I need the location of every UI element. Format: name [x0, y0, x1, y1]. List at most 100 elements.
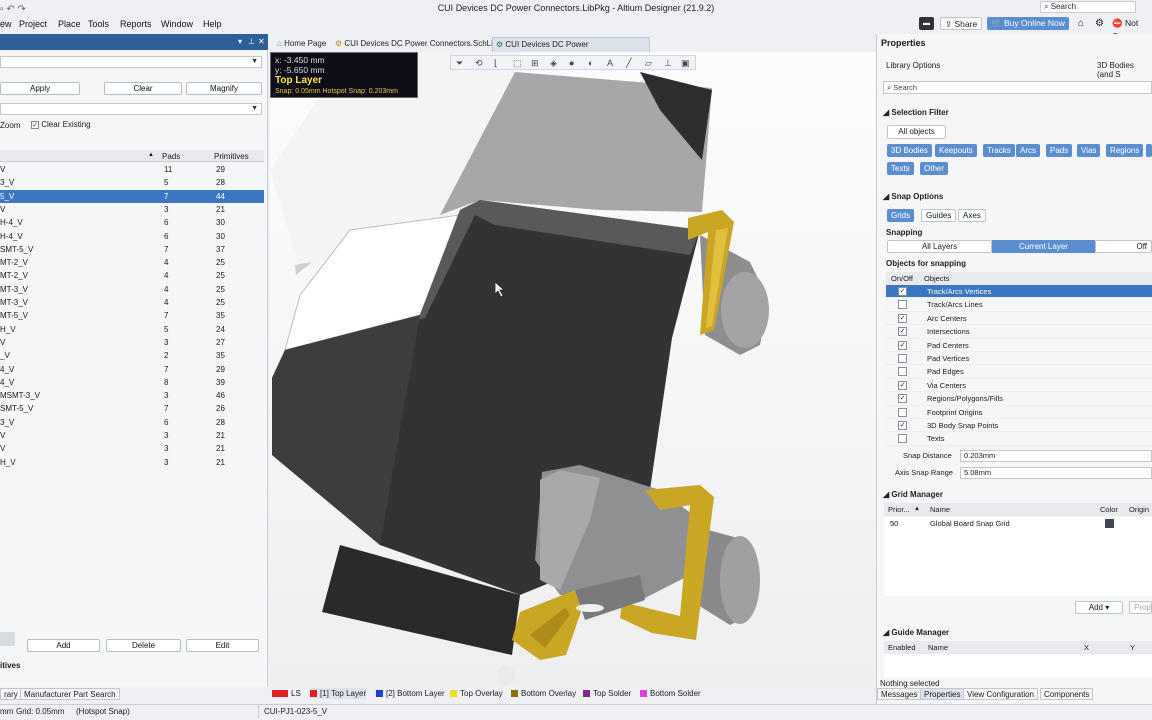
table-row[interactable]: 3_V 6 28 — [0, 416, 264, 429]
bodies-filter-label[interactable]: 3D Bodies (and S — [1097, 61, 1152, 79]
filter-keepouts[interactable]: Keepouts — [935, 144, 977, 157]
snap-object-checkbox[interactable] — [898, 367, 907, 377]
table-row[interactable]: V 3 21 — [0, 442, 264, 455]
selection-filter-title[interactable]: ◢ Selection Filter — [883, 108, 949, 117]
layer-set-tab[interactable]: LS — [272, 688, 301, 699]
region-icon[interactable]: ▱ — [645, 58, 652, 69]
col-x[interactable]: X — [1084, 641, 1089, 654]
menu-help[interactable]: Help — [203, 19, 222, 29]
grid-properties-button[interactable]: Prop — [1129, 601, 1152, 614]
table-row[interactable]: MT-2_V 4 25 — [0, 269, 264, 282]
tab-view-configuration[interactable]: View Configuration — [963, 688, 1039, 700]
route-icon[interactable]: ⟲ — [475, 58, 483, 69]
snap-object-row[interactable]: ✓ Track/Arcs Vertices — [886, 285, 1152, 299]
place-pad-icon[interactable]: ◈ — [550, 58, 557, 69]
gear-icon[interactable]: ⚙ — [1091, 17, 1108, 30]
sort-ascending-icon[interactable]: ▲ — [148, 152, 154, 158]
line-icon[interactable]: ╱ — [626, 58, 631, 69]
delete-button[interactable]: Delete — [106, 639, 181, 652]
add-button[interactable]: Add — [27, 639, 100, 652]
share-button[interactable]: ⇪ Share — [940, 17, 983, 30]
grid-table-row[interactable]: 50 Global Board Snap Grid — [884, 517, 1152, 530]
layer-bottom-tab[interactable]: [2] Bottom Layer — [376, 688, 445, 699]
via-icon[interactable]: ● — [569, 58, 574, 68]
layer-top-tab[interactable]: [1] Top Layer — [310, 688, 367, 699]
table-row[interactable]: 3_V 5 28 — [0, 176, 264, 189]
tab-properties[interactable]: Properties — [920, 688, 965, 700]
panel-menu-icon[interactable]: ▾ — [238, 37, 242, 46]
snap-tab-grids[interactable]: Grids — [887, 209, 915, 222]
table-row[interactable]: H-4_V 6 30 — [0, 216, 264, 229]
snap-object-row[interactable]: Pad Edges — [886, 365, 1152, 379]
menu-place[interactable]: Place — [58, 19, 81, 29]
tab-manufacturer-part-search[interactable]: Manufacturer Part Search — [20, 688, 120, 700]
apply-button[interactable]: Apply — [0, 82, 80, 95]
edit-button[interactable]: Edit — [186, 639, 259, 652]
table-row[interactable]: 5_V 7 44 — [0, 189, 264, 203]
col-guide-name[interactable]: Name — [928, 641, 948, 654]
select-icon[interactable]: ⬚ — [513, 58, 522, 69]
snap-object-row[interactable]: ✓ 3D Body Snap Points — [886, 419, 1152, 433]
col-priority[interactable]: Prior... — [888, 503, 910, 516]
snap-object-row[interactable]: Texts — [886, 432, 1152, 446]
menu-reports[interactable]: Reports — [120, 19, 152, 29]
home-icon[interactable]: ⌂ — [1074, 17, 1088, 30]
tab-library[interactable]: rary — [0, 688, 22, 700]
buy-online-button[interactable]: 🛒 Buy Online Now — [987, 17, 1069, 30]
snap-object-row[interactable]: Footprint Origins — [886, 406, 1152, 419]
menu-view[interactable]: ew — [0, 19, 12, 29]
col-name[interactable]: Name — [930, 503, 950, 516]
snap-object-checkbox[interactable]: ✓ — [898, 394, 907, 404]
sort-ascending-icon[interactable]: ▲ — [914, 503, 920, 516]
guide-manager-title[interactable]: ◢ Guide Manager — [883, 628, 949, 637]
table-row[interactable]: V 3 27 — [0, 336, 264, 349]
filter-texts[interactable]: Texts — [887, 162, 914, 175]
snap-current-layer[interactable]: Current Layer — [992, 240, 1095, 253]
snap-object-row[interactable]: ✓ Intersections — [886, 325, 1152, 339]
table-row[interactable]: 4_V 8 39 — [0, 376, 264, 389]
grid-manager-title[interactable]: ◢ Grid Manager — [883, 490, 943, 499]
filter-arcs[interactable]: Arcs — [1016, 144, 1040, 157]
measure-icon[interactable]: ⊥ — [664, 58, 672, 69]
grid-add-button[interactable]: Add ▾ — [1075, 601, 1123, 614]
table-row[interactable]: 4_V 7 29 — [0, 363, 264, 376]
table-row[interactable]: MT-3_V 4 25 — [0, 296, 264, 309]
col-enabled[interactable]: Enabled — [888, 641, 916, 654]
pin-icon[interactable]: ⊥ — [248, 37, 255, 46]
layer-bottom-overlay-tab[interactable]: Bottom Overlay — [511, 688, 576, 699]
snap-object-checkbox[interactable] — [898, 434, 907, 444]
properties-search-input[interactable]: ⌕ Search — [883, 81, 1152, 94]
tab-schlib[interactable]: ⚙ CUI Devices DC Power Connectors.SchLib — [332, 37, 500, 52]
body-icon[interactable]: ▣ — [681, 58, 690, 69]
chat-icon[interactable]: ▬ — [919, 17, 934, 30]
snap-object-checkbox[interactable] — [898, 300, 907, 310]
grid-color-swatch[interactable] — [1105, 519, 1114, 528]
filter-regions[interactable]: Regions — [1106, 144, 1144, 157]
snap-object-row[interactable]: ✓ Arc Centers — [886, 312, 1152, 326]
snap-object-checkbox[interactable]: ✓ — [898, 327, 907, 337]
snap-object-row[interactable]: ✓ Via Centers — [886, 379, 1152, 393]
table-row[interactable]: MT-2_V 4 25 — [0, 256, 264, 269]
snap-object-checkbox[interactable]: ✓ — [898, 340, 907, 350]
snap-object-checkbox[interactable]: ✓ — [898, 313, 907, 323]
layer-top-solder-tab[interactable]: Top Solder — [583, 688, 631, 699]
filter-pads[interactable]: Pads — [1046, 144, 1073, 157]
snap-object-checkbox[interactable]: ✓ — [898, 287, 907, 296]
col-origin[interactable]: Origin — [1129, 503, 1149, 516]
snap-object-checkbox[interactable]: ✓ — [898, 421, 907, 430]
snap-object-checkbox[interactable] — [898, 407, 907, 417]
snap-object-row[interactable]: Pad Vertices — [886, 352, 1152, 366]
table-row[interactable]: H_V 5 24 — [0, 323, 264, 336]
table-row[interactable]: _V 2 35 — [0, 349, 264, 362]
not-connected-status[interactable]: ⛔ Not Co — [1108, 17, 1152, 41]
table-row[interactable]: V 11 29 — [0, 163, 264, 176]
snap-object-row[interactable]: ✓ Pad Centers — [886, 339, 1152, 352]
menu-window[interactable]: Window — [161, 19, 193, 29]
mask-filter-input[interactable]: ▼ — [0, 56, 262, 68]
snap-tab-axes[interactable]: Axes — [958, 209, 986, 222]
snap-object-row[interactable]: ✓ Regions/Polygons/Fills — [886, 392, 1152, 406]
tab-components[interactable]: Components — [1040, 688, 1094, 700]
tab-home-page[interactable]: ⌂ Home Page — [274, 37, 329, 52]
table-row[interactable]: MT-3_V 4 25 — [0, 283, 264, 296]
snap-object-checkbox[interactable]: ✓ — [898, 380, 907, 390]
